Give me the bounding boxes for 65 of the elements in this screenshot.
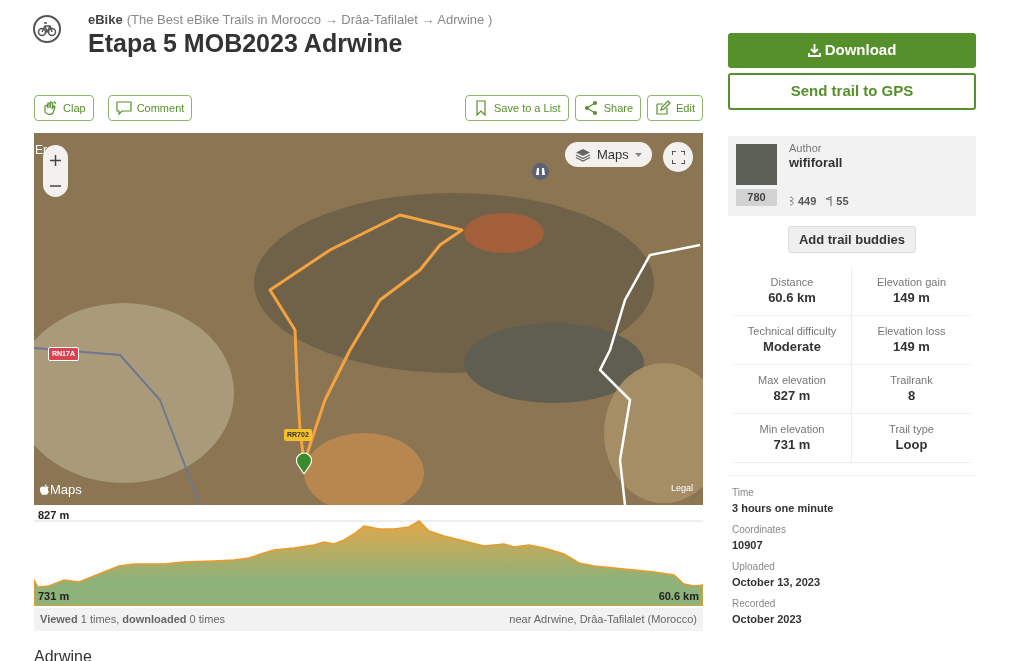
detail-value: October 13, 2023 <box>732 575 822 590</box>
stat-label: Elevation loss <box>877 324 946 338</box>
stat-value: 149 m <box>893 338 930 356</box>
place-label: Er <box>35 142 47 159</box>
detail-label: Uploaded <box>732 560 776 574</box>
edit-button[interactable]: Edit <box>647 95 703 121</box>
maps-logo-text: Maps <box>50 480 82 499</box>
stat-value: Moderate <box>763 338 821 356</box>
flag-icon <box>826 196 834 207</box>
author-rank: 780 <box>736 189 777 206</box>
bookmark-button[interactable]: Save to a List <box>465 95 569 121</box>
stat-label: Technical difficulty <box>747 324 837 338</box>
detail-label: Recorded <box>732 597 777 611</box>
distance-label: 60.6 km <box>658 588 699 604</box>
location-text: near Adrwine, Drâa-Tafilalet (Morocco) <box>509 612 697 628</box>
author-name[interactable]: wififorall <box>789 155 849 171</box>
zoom-out-icon[interactable] <box>50 185 61 188</box>
stat-label: Max elevation <box>758 373 826 387</box>
detail-label: Coordinates <box>732 523 787 537</box>
stat-value: 60.6 km <box>768 289 816 307</box>
start-marker-icon[interactable] <box>296 452 312 474</box>
layers-icon <box>575 147 591 162</box>
add-trail-buddies-button[interactable]: Add trail buddies <box>787 226 917 253</box>
stat-label: Distance <box>770 275 814 289</box>
legal-link[interactable]: Legal <box>670 481 693 495</box>
author-label: Author <box>789 142 823 155</box>
detail-label: Time <box>732 486 755 500</box>
bookmark-icon <box>473 100 489 116</box>
comment-button[interactable]: Comment <box>107 95 193 121</box>
min-elevation-label: 731 m <box>38 588 70 604</box>
edit-icon <box>655 100 672 116</box>
apple-logo-icon <box>40 483 49 495</box>
speech-bubble-icon <box>115 100 132 116</box>
trail-title: Etapa 5 MOB2023 Adrwine <box>88 28 404 58</box>
stat-value: 827 m <box>773 387 811 405</box>
fullscreen-icon <box>671 150 685 164</box>
clapping-hands-icon <box>42 100 58 116</box>
download-icon <box>807 44 821 57</box>
sport-link[interactable]: eBike <box>88 12 123 28</box>
trails-count: 55 <box>836 194 849 209</box>
stat-label: Trail type <box>889 422 934 436</box>
binoculars-icon[interactable] <box>532 163 549 180</box>
followers-count: 449 <box>798 194 817 209</box>
map-layer-button[interactable]: Maps <box>565 142 652 167</box>
stat-value: 8 <box>907 387 916 405</box>
download-button[interactable]: Download <box>728 33 976 68</box>
caret-icon <box>634 152 642 157</box>
detail-value: 10907 <box>732 538 764 553</box>
share-icon <box>582 100 599 116</box>
detail-value: October 2023 <box>732 612 803 627</box>
stat-value: 731 m <box>773 436 811 454</box>
stat-label: Trailrank <box>890 373 933 387</box>
stat-value: Loop <box>895 436 928 454</box>
zoom-in-icon[interactable] <box>50 154 61 166</box>
stat-value: 149 m <box>893 289 930 307</box>
share-button[interactable]: Share <box>574 95 642 121</box>
breadcrumb-text[interactable]: (The Best eBike Trails in Morocco → Drâa-Tafilalet → Adrwine ) <box>126 12 493 28</box>
bicycle-icon <box>32 14 62 44</box>
detail-value: 3 hours one minute <box>732 501 835 516</box>
stat-label: Min elevation <box>759 422 825 436</box>
clap-button[interactable]: Clap <box>34 95 94 121</box>
max-elevation-label: 827 m <box>38 508 70 523</box>
stat-label: Elevation gain <box>876 275 947 289</box>
send-to-gps-button[interactable]: Send trail to GPS <box>728 73 976 110</box>
views-count: Viewed 1 times, downloaded 0 times <box>40 612 226 628</box>
